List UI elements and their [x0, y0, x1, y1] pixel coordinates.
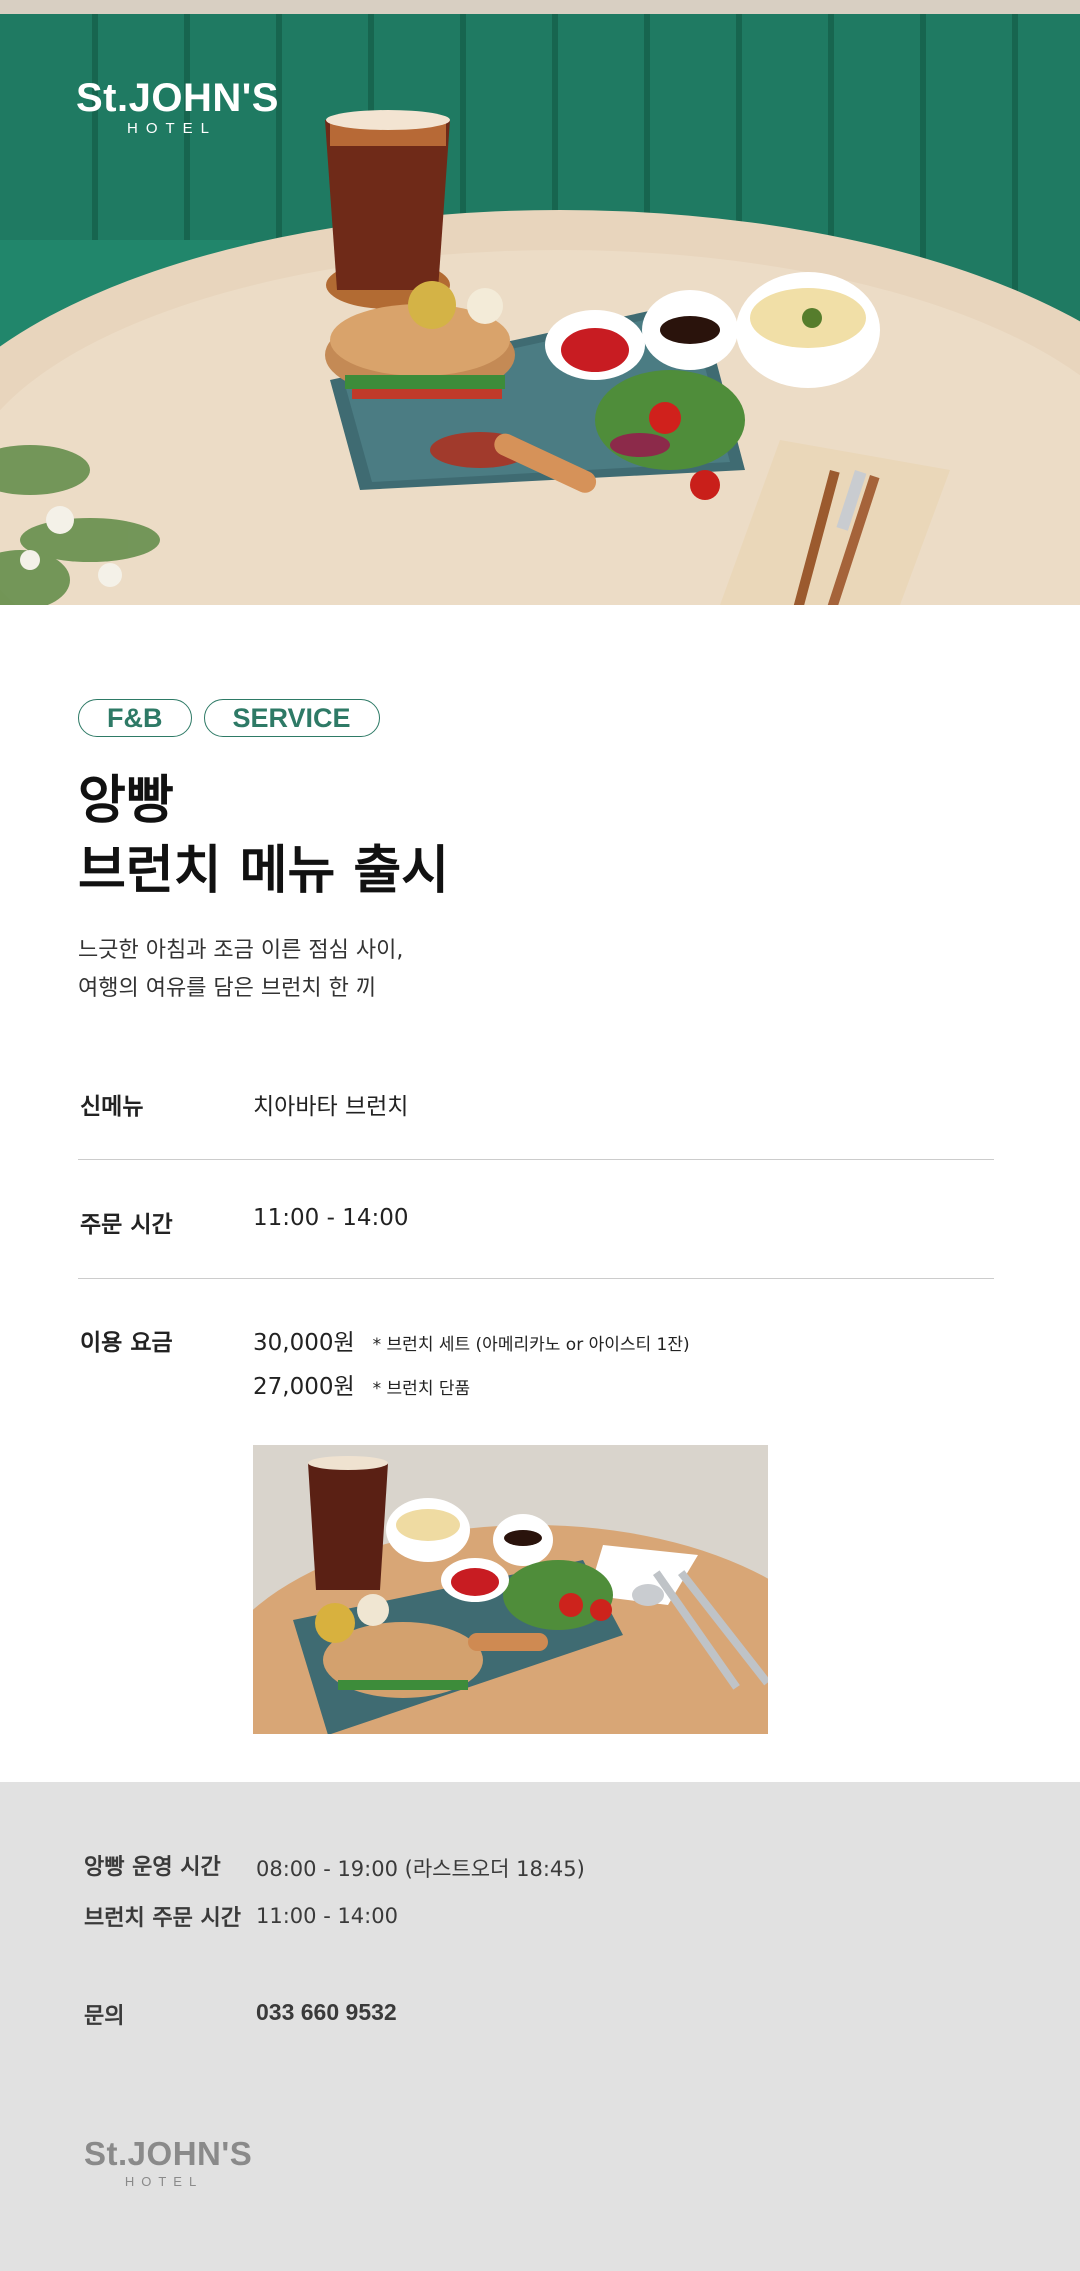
footer-brand-logo[interactable]: St.JOHN'S HOTEL — [84, 2135, 253, 2191]
operating-hours-label: 앙빵 운영 시간 — [84, 1855, 221, 1880]
price-note: * 브런치 세트 (아메리카노 or 아이스티 1잔) — [372, 1335, 690, 1355]
brunch-order-label: 브런치 주문 시간 — [84, 1906, 241, 1931]
brunch-order-value: 11:00 - 14:00 — [256, 1904, 398, 1928]
contact-label: 문의 — [84, 2004, 125, 2029]
brand-name: St.JOHN'S — [76, 76, 279, 120]
tag-service: SERVICE — [203, 699, 380, 737]
tag-fnb: F&B — [78, 699, 192, 737]
divider — [78, 1278, 994, 1279]
category-tags: F&B SERVICE — [78, 699, 380, 737]
operating-hours-value: 08:00 - 19:00 (라스트오더 18:45) — [256, 1857, 585, 1881]
subtitle-line-1: 느긋한 아침과 조금 이른 점심 사이, — [78, 938, 404, 963]
divider — [78, 1159, 994, 1160]
brand-sub: HOTEL — [126, 120, 217, 137]
title-line-1: 앙빵 — [78, 771, 174, 831]
page-subtitle: 느긋한 아침과 조금 이른 점심 사이, 여행의 여유를 담은 브런치 한 끼 — [78, 932, 403, 1008]
time-label: 주문 시간 — [80, 1212, 173, 1238]
brunch-photo — [253, 1445, 768, 1734]
hero-photo: St.JOHN'S HOTEL — [0, 0, 1080, 605]
menu-label: 신메뉴 — [80, 1094, 144, 1120]
price-amount: 30,000원 — [253, 1330, 355, 1356]
footer-brand-name: St.JOHN'S — [84, 2135, 253, 2172]
time-value: 11:00 - 14:00 — [253, 1205, 409, 1231]
price-amount: 27,000원 — [253, 1374, 355, 1400]
footer-brand-sub: HOTEL — [124, 2174, 204, 2189]
subtitle-line-2: 여행의 여유를 담은 브런치 한 끼 — [78, 976, 377, 1001]
page-title: 앙빵 브런치 메뉴 출시 — [78, 766, 449, 906]
price-note: * 브런치 단품 — [372, 1379, 471, 1399]
contact-phone[interactable]: 033 660 9532 — [256, 1999, 397, 2026]
price-line-set: 30,000원 * 브런치 세트 (아메리카노 or 아이스티 1잔) — [253, 1323, 690, 1357]
title-line-2: 브런치 메뉴 출시 — [78, 841, 450, 901]
price-line-single: 27,000원 * 브런치 단품 — [253, 1367, 470, 1401]
menu-value: 치아바타 브런치 — [253, 1094, 409, 1120]
hero-brand-logo[interactable]: St.JOHN'S HOTEL — [76, 76, 279, 138]
brunch-set-illustration — [253, 1445, 768, 1734]
price-label: 이용 요금 — [80, 1330, 173, 1356]
